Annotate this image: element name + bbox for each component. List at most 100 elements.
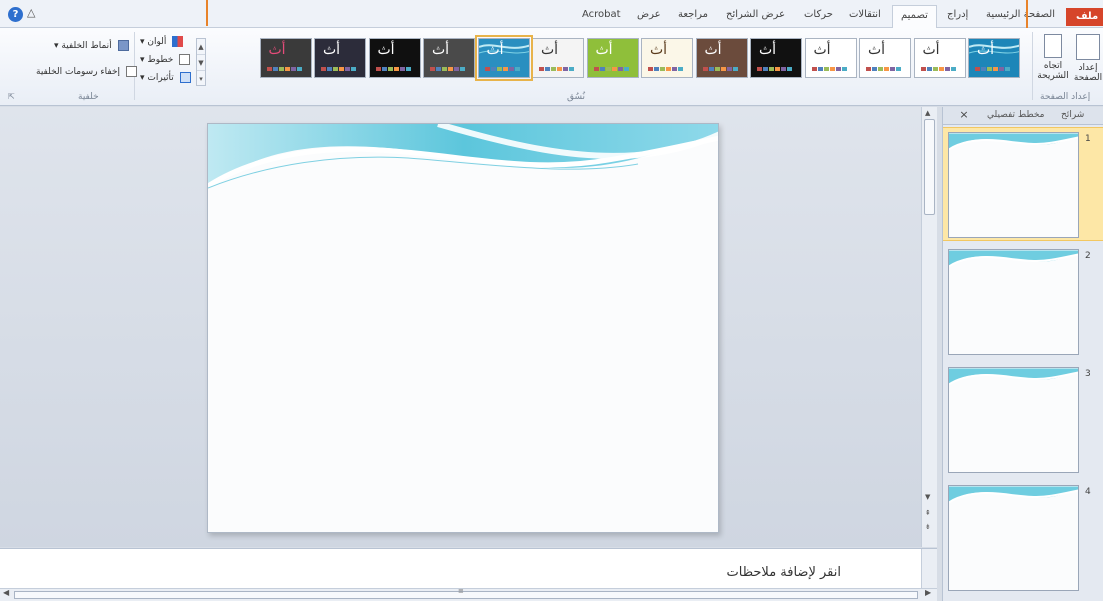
theme-thumbnail[interactable]: أث — [368, 38, 421, 78]
theme-glyph: أث — [323, 42, 341, 58]
theme-thumbnail[interactable]: أث — [586, 38, 639, 78]
theme-thumbnail[interactable]: أث — [474, 35, 533, 81]
page-setup-button[interactable]: إعداد الصفحة — [1073, 34, 1103, 83]
hide-background-graphics-checkbox[interactable]: إخفاء رسومات الخلفية — [36, 66, 137, 77]
dialog-launcher-icon[interactable]: ⇱ — [8, 92, 15, 101]
next-slide-icon[interactable]: ⇟ — [925, 523, 931, 531]
colors-menu[interactable]: ▾ ألوان — [140, 36, 184, 47]
slide-wave-decoration — [208, 124, 718, 189]
current-slide[interactable] — [207, 123, 719, 533]
fonts-menu[interactable]: ▾ خطوط — [140, 54, 191, 65]
tab-insert[interactable]: إدراج — [947, 9, 968, 20]
minimize-ribbon-icon[interactable]: △ — [27, 6, 35, 19]
theme-glyph: أث — [759, 42, 777, 58]
slide-thumbnail-item[interactable]: 3 — [943, 363, 1103, 477]
editor-horizontal-scrollbar[interactable]: ◀ ≡ ▶ — [0, 587, 937, 601]
theme-thumbnail[interactable]: أث — [804, 38, 857, 78]
tab-review[interactable]: مراجعة — [678, 9, 708, 20]
theme-glyph: أث — [977, 42, 995, 58]
notes-placeholder[interactable]: انقر لإضافة ملاحظات — [727, 565, 841, 580]
horizontal-scroll-thumb[interactable] — [14, 591, 918, 599]
colors-icon — [172, 36, 184, 47]
theme-color-swatches — [375, 67, 411, 71]
notes-pane[interactable]: انقر لإضافة ملاحظات — [0, 548, 937, 589]
slide-thumbnail[interactable] — [948, 485, 1079, 591]
themes-group-label: نُسُق — [567, 92, 586, 102]
background-styles-label: أنماط الخلفية — [61, 41, 112, 51]
theme-color-swatches — [811, 67, 847, 71]
slide-editing-area — [0, 107, 921, 547]
theme-glyph: أث — [432, 42, 450, 58]
theme-color-swatches — [484, 67, 520, 71]
tab-slides[interactable]: شرائح — [1061, 110, 1084, 120]
slide-number: 2 — [1085, 251, 1091, 261]
tab-slideshow[interactable]: عرض الشرائح — [726, 9, 785, 20]
theme-glyph: أث — [486, 42, 504, 58]
thumbnail-wave-decoration — [949, 486, 1078, 504]
slide-thumbnail-item[interactable]: 4 — [943, 481, 1103, 595]
slide-thumbnail-item[interactable]: 1 — [943, 127, 1103, 241]
theme-glyph: أث — [868, 42, 886, 58]
slide-number: 4 — [1085, 487, 1091, 497]
slide-thumbnail[interactable] — [948, 249, 1079, 355]
theme-thumbnail[interactable]: أث — [641, 38, 693, 78]
theme-thumbnail[interactable]: أث — [532, 38, 584, 78]
thumbnail-wave-decoration — [949, 250, 1078, 268]
theme-color-swatches — [321, 67, 356, 71]
theme-color-swatches — [702, 67, 738, 71]
scroll-right-icon[interactable]: ▶ — [925, 588, 931, 597]
close-pane-icon[interactable]: × — [957, 108, 971, 122]
tab-home[interactable]: الصفحة الرئيسية — [986, 9, 1055, 20]
slide-thumbnail-item[interactable]: 2 — [943, 245, 1103, 359]
effects-label: تأثيرات — [147, 73, 174, 83]
scroll-up-icon[interactable]: ▲ — [925, 109, 930, 117]
thumbnail-wave-decoration — [949, 368, 1078, 386]
theme-glyph: أث — [813, 42, 831, 58]
tab-view[interactable]: عرض — [637, 9, 661, 20]
tab-animations[interactable]: حركات — [804, 9, 833, 20]
theme-thumbnail[interactable]: أث — [314, 38, 366, 78]
theme-color-swatches — [757, 67, 792, 71]
tab-file[interactable]: ملف — [1066, 8, 1103, 26]
slide-orientation-label: اتجاه الشريحة — [1037, 61, 1069, 81]
theme-glyph: أث — [650, 42, 668, 58]
theme-glyph: أث — [541, 42, 559, 58]
page-setup-group-label: إعداد الصفحة — [1040, 92, 1091, 102]
slide-orientation-button[interactable]: اتجاه الشريحة — [1036, 34, 1070, 81]
effects-menu[interactable]: ▾ تأثيرات — [140, 72, 191, 83]
background-styles-button[interactable]: ▾ أنماط الخلفية — [54, 40, 129, 51]
theme-thumbnail[interactable]: أث — [859, 38, 911, 78]
theme-glyph: أث — [268, 42, 286, 58]
tab-acrobat[interactable]: Acrobat — [582, 9, 621, 20]
theme-thumbnail[interactable]: أث — [750, 38, 802, 78]
tab-design[interactable]: تصميم — [892, 5, 937, 29]
theme-thumbnail[interactable]: أث — [695, 38, 748, 78]
previous-slide-icon[interactable]: ⇞ — [925, 509, 931, 517]
tab-transitions[interactable]: انتقالات — [849, 9, 881, 20]
help-icon[interactable]: ? — [8, 7, 23, 22]
theme-thumbnail[interactable]: أث — [968, 38, 1020, 78]
slide-thumbnail[interactable] — [948, 132, 1079, 238]
theme-color-swatches — [920, 67, 956, 71]
notes-scrollbar[interactable] — [921, 549, 937, 589]
thumbnail-wave-decoration — [949, 133, 1078, 151]
fonts-icon — [179, 54, 191, 65]
themes-gallery-scroll[interactable]: ▲ ▼ ▾ — [196, 38, 206, 86]
theme-thumbnail[interactable]: أث — [423, 38, 475, 78]
theme-thumbnail[interactable]: أث — [913, 38, 966, 78]
slide-thumbnail[interactable] — [948, 367, 1079, 473]
ribbon-tab-strip: ? △ Acrobat عرض مراجعة عرض الشرائح حركات… — [0, 0, 1103, 29]
theme-color-swatches — [975, 67, 1010, 71]
gallery-down-icon[interactable]: ▼ — [197, 55, 205, 71]
theme-glyph: أث — [704, 42, 722, 58]
scroll-thumb[interactable] — [924, 119, 935, 215]
scroll-down-icon[interactable]: ▼ — [925, 493, 930, 501]
theme-glyph: أث — [595, 42, 613, 58]
gallery-more-icon[interactable]: ▾ — [197, 71, 205, 87]
gallery-up-icon[interactable]: ▲ — [197, 39, 205, 55]
theme-thumbnail[interactable]: أث — [259, 38, 312, 78]
tab-outline[interactable]: مخطط تفصيلي — [987, 110, 1044, 120]
checkbox-icon — [125, 66, 137, 77]
editor-vertical-scrollbar[interactable]: ▲ ▼ ⇞ ⇟ — [921, 107, 937, 547]
scroll-left-icon[interactable]: ◀ — [3, 588, 9, 597]
